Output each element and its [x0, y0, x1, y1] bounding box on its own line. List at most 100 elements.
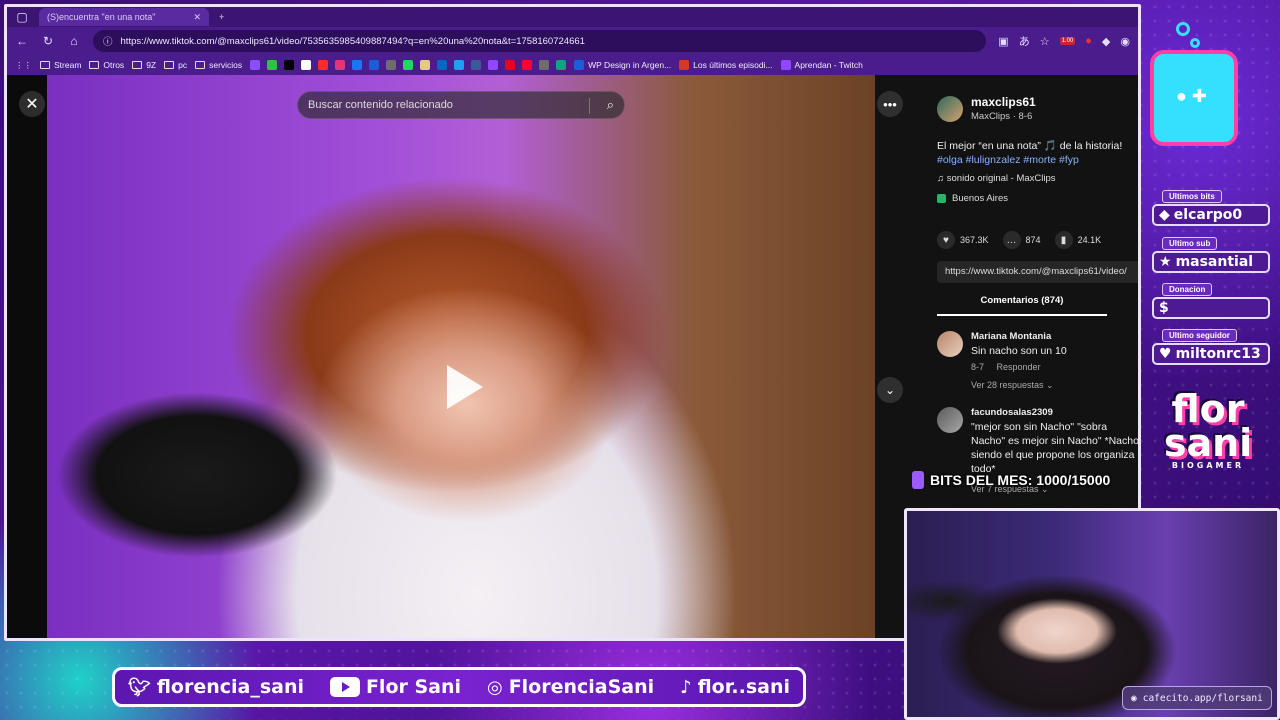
toolbar-actions: ▣ あ ☆ 1.00 ● ◆ ◉: [998, 33, 1130, 49]
video-area: ✕ Buscar contenido relacionado ⌕: [7, 75, 875, 638]
apps-grid-icon[interactable]: ⋮⋮: [15, 60, 32, 71]
hashtags[interactable]: #olga #lulignzalez #morte #fyp: [937, 154, 1079, 166]
comment-user[interactable]: Mariana Montania: [971, 331, 1138, 342]
diamond-icon: ◆: [1159, 207, 1170, 223]
url-text: https://www.tiktok.com/@maxclips61/video…: [120, 35, 585, 47]
install-app-icon[interactable]: ▣: [998, 35, 1008, 48]
related-search-input[interactable]: Buscar contenido relacionado ⌕: [297, 91, 625, 119]
engagement-actions: ♥ 367.3K … 874 ▮ 24.1K: [937, 231, 1101, 249]
bookmark-folder[interactable]: Stream: [40, 60, 81, 70]
coffee-icon: ◉: [1131, 692, 1137, 704]
site-favicon[interactable]: [471, 60, 482, 70]
more-options-icon[interactable]: •••: [877, 91, 903, 117]
site-favicon[interactable]: [250, 60, 261, 70]
site-favicon[interactable]: [284, 60, 295, 70]
extension-zoom-badge[interactable]: 1.00: [1059, 37, 1076, 45]
site-favicon[interactable]: [539, 60, 550, 70]
comment-date: 8-7: [971, 362, 985, 372]
sound-link[interactable]: ♫ sonido original - MaxClips: [937, 173, 1056, 184]
new-tab-icon[interactable]: +: [219, 12, 224, 22]
potion-bottle-logo: ● ✚: [1150, 50, 1238, 146]
star-icon: ★: [1159, 254, 1172, 270]
comment-icon: …: [1002, 231, 1021, 249]
like-button[interactable]: ♥ 367.3K: [937, 231, 989, 249]
bits-goal-text: BITS DEL MES: 1000/15000: [930, 472, 1111, 488]
description-text: El mejor “en una nota” 🎵 de la historia!: [937, 140, 1123, 152]
streamer-brand-logo: flor sani BIOGAMER: [1150, 390, 1266, 472]
widget-label: Donacion: [1162, 283, 1213, 296]
chevron-down-icon[interactable]: ⌄: [877, 377, 903, 403]
bookmark-site[interactable]: Los últimos episodi...: [679, 60, 773, 70]
comment-button[interactable]: … 874: [1002, 231, 1041, 249]
money-icon: $: [1159, 300, 1169, 316]
site-favicon[interactable]: [301, 60, 312, 70]
social-label: flor..sani: [697, 676, 790, 698]
last-sub-widget: Ultimo sub ★ masantial: [1152, 233, 1270, 273]
site-favicon[interactable]: [454, 60, 465, 70]
avatar[interactable]: [937, 407, 963, 433]
avatar[interactable]: [937, 95, 963, 122]
url-field[interactable]: ⓘ https://www.tiktok.com/@maxclips61/vid…: [93, 30, 987, 52]
site-favicon[interactable]: [505, 60, 516, 70]
site-favicon[interactable]: [403, 60, 414, 70]
folder-icon: [40, 61, 50, 69]
site-favicon[interactable]: [488, 60, 499, 70]
site-info-icon[interactable]: ⓘ: [103, 34, 113, 48]
location-text: Buenos Aires: [952, 193, 1008, 204]
site-favicon[interactable]: [437, 60, 448, 70]
site-favicon[interactable]: [522, 60, 533, 70]
site-favicon[interactable]: [318, 60, 329, 70]
search-icon[interactable]: ⌕: [607, 97, 614, 113]
bookmark-star-icon[interactable]: ☆: [1040, 35, 1050, 48]
widget-value-box: ★ masantial: [1152, 251, 1270, 273]
tab-active[interactable]: (S)encuentra "en una nota" ✕: [39, 8, 209, 26]
last-follower-widget: Ultimo seguidor ♥ miltonrc13: [1152, 325, 1270, 365]
comment-text: Sin nacho son un 10: [971, 345, 1067, 357]
home-icon[interactable]: ⌂: [67, 34, 81, 48]
comment-user[interactable]: facundosalas2309: [971, 407, 1138, 418]
bookmark-folder[interactable]: 9Z: [132, 60, 156, 70]
bookmark-folder[interactable]: pc: [164, 60, 187, 70]
extension-icon[interactable]: ◆: [1102, 35, 1110, 48]
search-placeholder: Buscar contenido relacionado: [308, 99, 453, 111]
profile-avatar[interactable]: ◉: [1120, 35, 1130, 48]
tab-comments[interactable]: Comentarios (874): [937, 295, 1107, 316]
avatar[interactable]: [937, 331, 963, 357]
extension-record-icon[interactable]: ●: [1085, 35, 1092, 47]
author-handle[interactable]: maxclips61: [971, 95, 1036, 109]
bookmark-site[interactable]: Aprendan - Twitch: [780, 60, 863, 70]
back-icon[interactable]: ←: [15, 34, 29, 48]
location-link[interactable]: Buenos Aires: [937, 193, 1008, 204]
save-button[interactable]: ▮ 24.1K: [1054, 231, 1101, 249]
play-icon[interactable]: [447, 365, 483, 409]
site-favicon[interactable]: [369, 60, 380, 70]
close-icon[interactable]: ✕: [19, 91, 45, 117]
gamepad-face-icon: ● ✚: [1176, 86, 1207, 106]
reply-button[interactable]: Responder: [997, 362, 1041, 372]
bookmark-folder[interactable]: servicios: [195, 60, 242, 70]
bookmark-folder[interactable]: Otros: [89, 60, 124, 70]
youtube-icon: [329, 677, 360, 697]
tab-menu-icon[interactable]: ▢: [15, 10, 29, 24]
search-divider: [589, 98, 590, 114]
view-replies-button[interactable]: Ver 28 respuestas ⌄: [971, 380, 1138, 391]
tab-title: (S)encuentra "en una nota": [47, 12, 156, 22]
last-bits-widget: Ultimos bits ◆ elcarpo0: [1152, 186, 1270, 226]
bookmark-site[interactable]: WP Design in Argen...: [574, 60, 671, 70]
social-links-bar: 🐦︎ florencia_sani Flor Sani ◎ FlorenciaS…: [112, 667, 806, 707]
site-favicon[interactable]: [420, 60, 431, 70]
copy-link-field[interactable]: https://www.tiktok.com/@maxclips61/video…: [937, 261, 1138, 283]
favicon-bookmarks: [250, 60, 567, 70]
site-favicon[interactable]: [556, 60, 567, 70]
site-favicon[interactable]: [352, 60, 363, 70]
heart-icon: ♥: [937, 231, 955, 249]
reload-icon[interactable]: ↻: [41, 34, 55, 48]
site-favicon[interactable]: [386, 60, 397, 70]
tab-close-icon[interactable]: ✕: [193, 12, 201, 23]
video-player[interactable]: [47, 75, 875, 638]
translate-icon[interactable]: あ: [1019, 33, 1030, 49]
site-favicon[interactable]: [267, 60, 278, 70]
widget-label: Ultimo seguidor: [1162, 329, 1237, 342]
site-favicon[interactable]: [335, 60, 346, 70]
author-block[interactable]: maxclips61 MaxClips · 8-6: [937, 95, 1036, 122]
